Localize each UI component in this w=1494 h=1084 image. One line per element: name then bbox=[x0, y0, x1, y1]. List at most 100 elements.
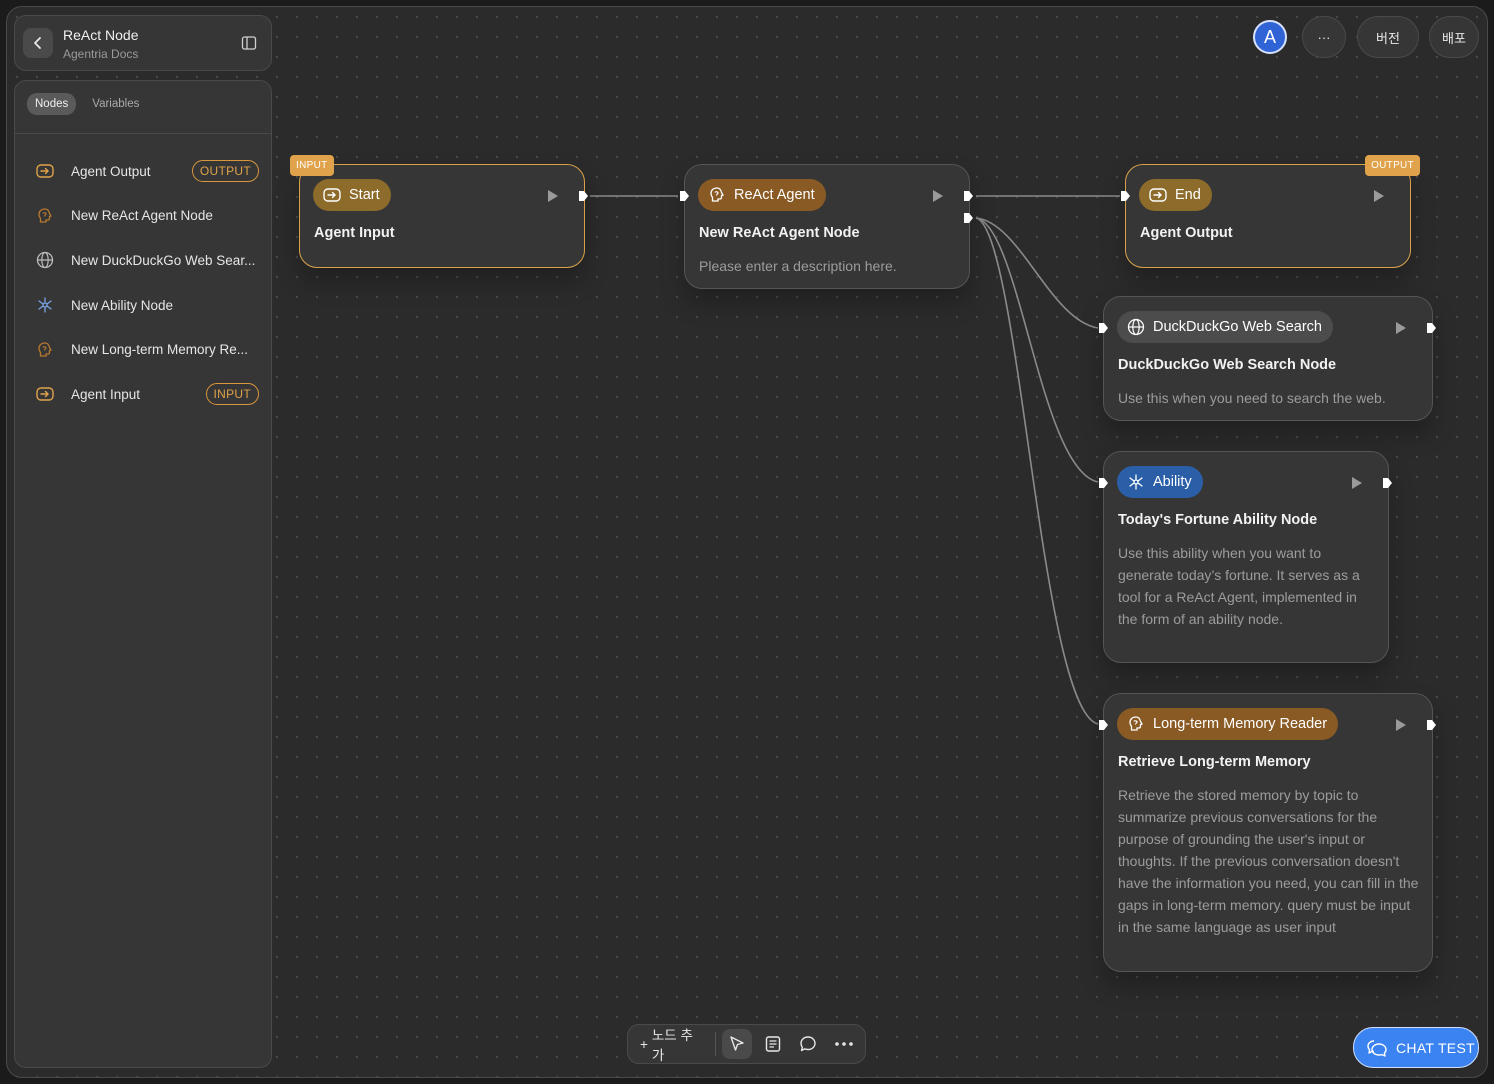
input-handle[interactable] bbox=[1120, 190, 1131, 202]
toolbar-divider bbox=[714, 1032, 716, 1056]
run-icon[interactable] bbox=[1374, 190, 1384, 202]
run-icon[interactable] bbox=[548, 190, 558, 202]
run-icon[interactable] bbox=[1352, 477, 1362, 489]
node-description: Use this ability when you want to genera… bbox=[1118, 545, 1360, 627]
node-title: New ReAct Agent Node bbox=[699, 225, 860, 241]
brain-icon bbox=[710, 187, 724, 202]
node-type-pill: ReAct Agent bbox=[698, 179, 826, 211]
brain-icon bbox=[1129, 716, 1143, 731]
input-handle[interactable] bbox=[1098, 477, 1109, 489]
node-title: Agent Output bbox=[1140, 225, 1233, 241]
more-button[interactable]: ··· bbox=[1302, 16, 1346, 58]
tab-nodes[interactable]: Nodes bbox=[27, 93, 77, 115]
io-icon bbox=[35, 384, 55, 404]
node-title: Today's Fortune Ability Node bbox=[1118, 512, 1318, 528]
ability-icon bbox=[1129, 474, 1143, 490]
tool-handle[interactable] bbox=[963, 212, 974, 224]
globe-icon bbox=[35, 250, 55, 270]
node-type-pill: Long-term Memory Reader bbox=[1117, 708, 1339, 740]
node-description: Please enter a description here. bbox=[699, 258, 897, 274]
run-icon[interactable] bbox=[1396, 719, 1406, 731]
sidebar-item-label: Agent Input bbox=[71, 386, 141, 402]
node-library-sidebar: Nodes Variables Agent Output OUTPUT New … bbox=[14, 80, 272, 1068]
end-node[interactable]: OUTPUT End Agent Output bbox=[1121, 155, 1420, 268]
node-type-label: Long-term Memory Reader bbox=[1153, 716, 1328, 732]
sidebar-item-agent-input[interactable]: Agent Input INPUT bbox=[15, 372, 271, 417]
sidebar-divider bbox=[15, 133, 271, 134]
memory-reader-node[interactable]: Long-term Memory Reader Retrieve Long-te… bbox=[1099, 693, 1436, 972]
input-badge: INPUT bbox=[205, 383, 259, 406]
sidebar-item-duckduckgo[interactable]: New DuckDuckGo Web Sear... bbox=[15, 238, 271, 283]
more-tools-button[interactable] bbox=[829, 1029, 859, 1059]
node-type-label: ReAct Agent bbox=[734, 187, 815, 203]
node-description: Use this when you need to search the web… bbox=[1118, 390, 1386, 406]
app-header-card: ReAct Node Agentria Docs bbox=[14, 15, 272, 71]
node-type-label: End bbox=[1175, 187, 1201, 203]
chat-test-button[interactable]: CHAT TEST bbox=[1353, 1027, 1479, 1068]
cursor-icon bbox=[730, 1036, 744, 1051]
react-agent-node[interactable]: ReAct Agent New ReAct Agent Node Please … bbox=[680, 164, 973, 289]
deploy-button[interactable]: 배포 bbox=[1429, 16, 1479, 58]
ability-node[interactable]: Ability Today's Fortune Ability Node Use… bbox=[1099, 451, 1392, 663]
node-list: Agent Output OUTPUT New ReAct Agent Node… bbox=[15, 149, 271, 417]
brain-icon bbox=[35, 340, 55, 360]
io-icon bbox=[1149, 188, 1167, 202]
input-handle[interactable] bbox=[679, 190, 690, 202]
node-type-label: DuckDuckGo Web Search bbox=[1153, 319, 1322, 335]
version-button[interactable]: 버전 bbox=[1357, 16, 1419, 58]
input-handle[interactable] bbox=[1098, 719, 1109, 731]
node-title: Retrieve Long-term Memory bbox=[1118, 754, 1311, 770]
node-type-pill: End bbox=[1139, 179, 1212, 211]
output-handle[interactable] bbox=[1426, 322, 1437, 334]
comment-icon bbox=[800, 1036, 817, 1052]
add-node-label: 노드 추가 bbox=[651, 1028, 693, 1063]
chevron-left-icon bbox=[34, 37, 41, 49]
chat-bubble-icon bbox=[1367, 1039, 1387, 1057]
note-tool-button[interactable] bbox=[758, 1029, 788, 1059]
io-icon bbox=[323, 188, 341, 202]
output-handle[interactable] bbox=[578, 190, 589, 202]
pointer-tool-button[interactable] bbox=[721, 1029, 752, 1059]
output-badge: OUTPUT bbox=[191, 160, 259, 183]
node-title: DuckDuckGo Web Search Node bbox=[1118, 357, 1337, 373]
user-avatar[interactable]: A bbox=[1253, 20, 1287, 54]
node-type-label: Ability bbox=[1153, 474, 1192, 490]
comment-tool-button[interactable] bbox=[793, 1029, 823, 1059]
back-button[interactable] bbox=[23, 28, 53, 58]
node-type-label: Start bbox=[349, 187, 380, 203]
sidebar-tabs: Nodes Variables bbox=[27, 93, 147, 115]
ability-icon bbox=[35, 295, 55, 315]
sidebar-toggle-icon[interactable] bbox=[241, 35, 257, 51]
output-handle[interactable] bbox=[1382, 477, 1393, 489]
output-tag: OUTPUT bbox=[1365, 155, 1420, 176]
output-handle[interactable] bbox=[963, 190, 974, 202]
node-type-pill: DuckDuckGo Web Search bbox=[1117, 311, 1333, 343]
add-node-button[interactable]: + 노드 추가 bbox=[636, 1028, 709, 1063]
app-title: ReAct Node bbox=[63, 27, 139, 43]
sidebar-item-memory-reader[interactable]: New Long-term Memory Re... bbox=[15, 327, 271, 372]
sidebar-item-label: New Ability Node bbox=[71, 297, 174, 313]
note-icon bbox=[765, 1036, 780, 1052]
input-tag: INPUT bbox=[290, 155, 334, 176]
run-icon[interactable] bbox=[1396, 322, 1406, 334]
node-title: Agent Input bbox=[314, 225, 395, 241]
canvas-toolbar: + 노드 추가 bbox=[627, 1024, 866, 1064]
sidebar-item-label: New Long-term Memory Re... bbox=[71, 342, 249, 358]
sidebar-item-agent-output[interactable]: Agent Output OUTPUT bbox=[15, 149, 271, 194]
sidebar-item-ability[interactable]: New Ability Node bbox=[15, 283, 271, 328]
start-node[interactable]: INPUT Start Agent Input bbox=[290, 155, 588, 268]
sidebar-item-label: New DuckDuckGo Web Sear... bbox=[71, 252, 256, 268]
globe-icon bbox=[1127, 318, 1145, 336]
node-type-pill: Start bbox=[313, 179, 391, 211]
output-handle[interactable] bbox=[1426, 719, 1437, 731]
plus-icon: + bbox=[640, 1036, 648, 1052]
tab-variables[interactable]: Variables bbox=[84, 93, 147, 115]
sidebar-item-react-agent[interactable]: New ReAct Agent Node bbox=[15, 194, 271, 239]
app-subtitle: Agentria Docs bbox=[63, 47, 139, 61]
node-description: Retrieve the stored memory by topic to s… bbox=[1118, 787, 1419, 935]
brain-icon bbox=[35, 206, 55, 226]
run-icon[interactable] bbox=[933, 190, 943, 202]
duckduckgo-node[interactable]: DuckDuckGo Web Search DuckDuckGo Web Sea… bbox=[1099, 296, 1436, 421]
input-handle[interactable] bbox=[1098, 322, 1109, 334]
more-horizontal-icon bbox=[835, 1042, 853, 1046]
